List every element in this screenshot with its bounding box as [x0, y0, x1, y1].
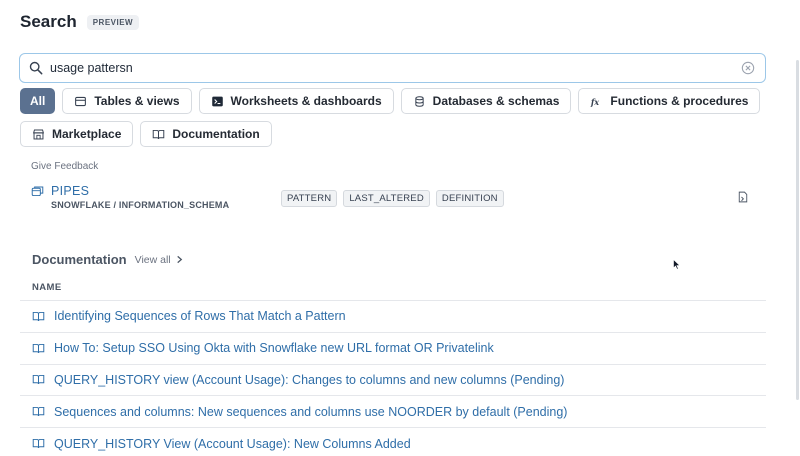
search-result-row[interactable]: PIPES SNOWFLAKE / INFORMATION_SCHEMA PAT… [31, 183, 761, 215]
filter-marketplace-label: Marketplace [52, 127, 122, 141]
result-tags: PATTERN LAST_ALTERED DEFINITION [281, 190, 504, 207]
filter-documentation-label: Documentation [172, 127, 260, 141]
filter-marketplace[interactable]: Marketplace [20, 121, 134, 147]
search-icon [29, 61, 43, 75]
documentation-list: Identifying Sequences of Rows That Match… [20, 300, 766, 456]
database-icon [415, 95, 424, 107]
filter-all[interactable]: All [20, 88, 56, 114]
documentation-title: Documentation [32, 252, 127, 267]
book-icon [32, 375, 45, 385]
book-icon [32, 343, 45, 353]
store-icon [32, 129, 45, 139]
doc-link[interactable]: QUERY_HISTORY view (Account Usage): Chan… [54, 373, 564, 387]
clear-icon[interactable] [741, 61, 755, 75]
filter-databases-schemas[interactable]: Databases & schemas [400, 88, 572, 114]
filter-all-label: All [30, 94, 46, 108]
result-tag: PATTERN [281, 190, 338, 207]
filter-functions-procedures[interactable]: fx Functions & procedures [578, 88, 761, 114]
book-icon [153, 129, 165, 139]
filter-functions-procedures-label: Functions & procedures [610, 94, 749, 108]
filter-tables-views-label: Tables & views [94, 94, 180, 108]
scrollbar[interactable] [796, 60, 799, 400]
view-all-link[interactable]: View all [135, 254, 184, 266]
list-item[interactable]: How To: Setup SSO Using Okta with Snowfl… [20, 331, 766, 364]
filter-documentation[interactable]: Documentation [140, 121, 272, 147]
filter-databases-schemas-label: Databases & schemas [432, 94, 560, 108]
preview-badge: PREVIEW [86, 14, 140, 30]
doc-link[interactable]: How To: Setup SSO Using Okta with Snowfl… [54, 341, 494, 355]
doc-link[interactable]: Sequences and columns: New sequences and… [54, 405, 567, 419]
filter-worksheets-dashboards-label: Worksheets & dashboards [230, 94, 382, 108]
give-feedback-link[interactable]: Give Feedback [31, 161, 98, 172]
function-icon: fx [590, 96, 599, 106]
book-icon [32, 311, 45, 321]
table-icon [75, 96, 87, 106]
list-item[interactable]: Sequences and columns: New sequences and… [20, 395, 766, 427]
book-icon [32, 439, 45, 449]
page-title: Search [20, 12, 77, 31]
mouse-cursor-icon [673, 259, 681, 270]
page-header: Search PREVIEW [20, 12, 140, 32]
list-item[interactable]: Identifying Sequences of Rows That Match… [20, 300, 766, 332]
filter-tables-views[interactable]: Tables & views [62, 88, 192, 114]
search-box[interactable] [19, 53, 766, 83]
filter-worksheets-dashboards[interactable]: Worksheets & dashboards [198, 88, 394, 114]
list-item[interactable]: QUERY_HISTORY view (Account Usage): Chan… [20, 363, 766, 396]
result-path: SNOWFLAKE / INFORMATION_SCHEMA [51, 200, 230, 210]
result-tag: DEFINITION [435, 190, 504, 207]
view-all-label: View all [134, 253, 171, 266]
result-tag: LAST_ALTERED [343, 190, 430, 207]
documentation-section-header: Documentation View all [32, 252, 184, 267]
chevron-right-icon [176, 255, 182, 264]
book-icon [32, 407, 45, 417]
open-in-worksheet-icon[interactable] [737, 191, 749, 203]
list-item[interactable]: QUERY_HISTORY View (Account Usage): New … [20, 427, 766, 456]
doc-link[interactable]: Identifying Sequences of Rows That Match… [54, 309, 346, 323]
svg-text:fx: fx [590, 96, 599, 106]
doc-link[interactable]: QUERY_HISTORY View (Account Usage): New … [54, 437, 411, 451]
terminal-icon [211, 96, 223, 106]
view-icon [31, 186, 44, 197]
filter-chips: All Tables & views Worksheets & dashboar… [20, 88, 770, 147]
name-column-header: NAME [32, 282, 62, 293]
search-input[interactable] [50, 61, 741, 75]
result-name[interactable]: PIPES [51, 184, 89, 198]
